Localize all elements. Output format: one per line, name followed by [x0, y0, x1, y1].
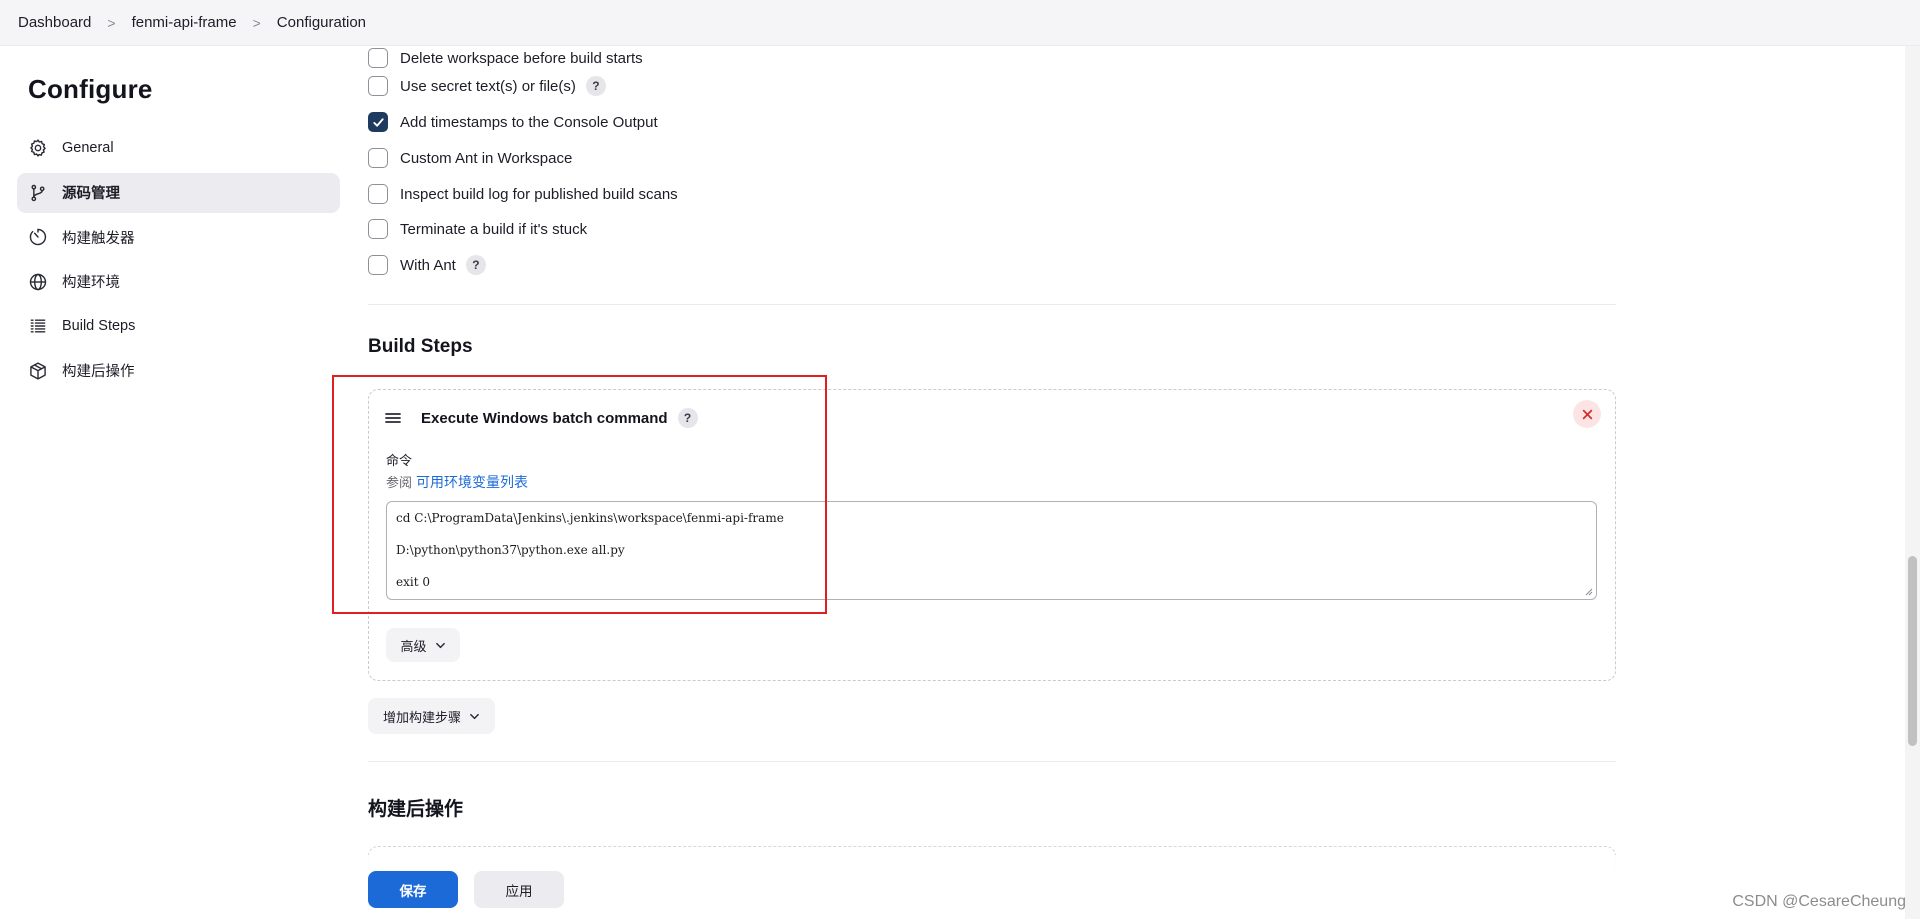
- command-line: exit 0: [396, 575, 430, 589]
- sidebar-item-triggers[interactable]: 构建触发器: [17, 217, 340, 257]
- see-also-prefix: 参阅: [386, 475, 413, 490]
- command-field-label: 命令: [386, 453, 413, 468]
- sidebar-item-scm[interactable]: 源码管理: [17, 172, 340, 213]
- command-line: cd C:\ProgramData\Jenkins\.jenkins\works…: [396, 511, 784, 525]
- resize-grip-icon[interactable]: [1583, 586, 1593, 596]
- divider: [368, 304, 1616, 305]
- package-icon: [28, 361, 48, 381]
- git-branch-icon: [28, 183, 48, 203]
- command-textarea[interactable]: cd C:\ProgramData\Jenkins\.jenkins\works…: [386, 501, 1597, 600]
- checkbox[interactable]: [368, 255, 388, 275]
- add-build-step-button[interactable]: 增加构建步骤: [368, 698, 495, 734]
- breadcrumb-separator: >: [252, 14, 261, 31]
- option-inspect-build-log: Inspect build log for published build sc…: [368, 182, 678, 206]
- timer-icon: [28, 227, 48, 247]
- option-timestamps: Add timestamps to the Console Output: [368, 110, 658, 134]
- build-step-title: Execute Windows batch command: [421, 409, 668, 427]
- checkbox[interactable]: [368, 148, 388, 168]
- breadcrumb-dashboard[interactable]: Dashboard: [18, 14, 91, 31]
- sidebar-item-label: Build Steps: [62, 318, 136, 334]
- close-icon: [1582, 409, 1592, 419]
- option-label: Use secret text(s) or file(s): [400, 77, 576, 95]
- checkbox[interactable]: [368, 219, 388, 239]
- option-label: With Ant: [400, 256, 456, 274]
- option-label: Custom Ant in Workspace: [400, 149, 573, 167]
- advanced-label: 高级: [400, 638, 427, 654]
- help-icon[interactable]: ?: [585, 76, 606, 96]
- option-label: Inspect build log for published build sc…: [400, 185, 678, 203]
- section-title-build-steps: Build Steps: [368, 336, 473, 357]
- breadcrumb-separator: >: [107, 14, 116, 31]
- scrollbar-track[interactable]: [1905, 46, 1920, 919]
- drag-handle-icon[interactable]: [385, 411, 401, 425]
- check-icon: [372, 117, 384, 127]
- sidebar-item-environment[interactable]: 构建环境: [17, 262, 340, 302]
- divider: [368, 761, 1616, 762]
- env-vars-link[interactable]: 可用环境变量列表: [416, 474, 528, 490]
- save-button[interactable]: 保存: [368, 871, 458, 908]
- watermark: CSDN @CesareCheung: [1732, 893, 1906, 910]
- help-icon[interactable]: ?: [465, 255, 486, 275]
- option-custom-ant: Custom Ant in Workspace: [368, 146, 572, 170]
- sidebar-item-build-steps[interactable]: Build Steps: [17, 306, 340, 346]
- option-label: Add timestamps to the Console Output: [400, 113, 658, 131]
- scrollbar-thumb[interactable]: [1908, 556, 1917, 746]
- checkbox[interactable]: [368, 184, 388, 204]
- option-delete-workspace: Delete workspace before build starts: [368, 46, 643, 70]
- page-title: Configure: [28, 74, 153, 104]
- build-step-card: Execute Windows batch command ? 命令 参阅 可用环…: [368, 389, 1616, 681]
- list-icon: [28, 316, 48, 336]
- sidebar-item-post-build[interactable]: 构建后操作: [17, 351, 340, 391]
- sidebar-item-label: General: [62, 140, 114, 156]
- breadcrumb-job[interactable]: fenmi-api-frame: [132, 14, 237, 31]
- globe-icon: [28, 272, 48, 292]
- option-terminate-stuck: Terminate a build if it's stuck: [368, 217, 587, 241]
- sidebar-item-general[interactable]: General: [17, 128, 340, 168]
- chevron-down-icon: [470, 713, 479, 719]
- checkbox[interactable]: [368, 76, 388, 96]
- see-also-text: 参阅 可用环境变量列表: [386, 472, 528, 492]
- option-label: Delete workspace before build starts: [400, 49, 643, 67]
- checkbox[interactable]: [368, 48, 388, 68]
- build-step-header: Execute Windows batch command ?: [385, 405, 698, 431]
- gear-icon: [28, 138, 48, 158]
- option-with-ant: With Ant ?: [368, 253, 486, 277]
- breadcrumb-configuration[interactable]: Configuration: [277, 14, 366, 31]
- sidebar-nav: General 源码管理 构建触发器 构建环境 Build Steps 构建后操…: [17, 128, 340, 391]
- section-title-post-build: 构建后操作: [368, 799, 464, 820]
- delete-step-button[interactable]: [1573, 400, 1601, 428]
- help-icon[interactable]: ?: [677, 408, 698, 428]
- checkbox-checked[interactable]: [368, 112, 388, 132]
- sidebar-item-label: 构建触发器: [62, 230, 135, 247]
- breadcrumb: Dashboard > fenmi-api-frame > Configurat…: [0, 0, 1920, 46]
- sidebar: Configure General 源码管理 构建触发器 构建环境 Build …: [17, 46, 340, 395]
- bottom-action-bar: 保存 应用: [0, 855, 1905, 919]
- option-label: Terminate a build if it's stuck: [400, 220, 588, 238]
- sidebar-item-label: 构建环境: [62, 275, 120, 291]
- command-line: D:\python\python37\python.exe all.py: [396, 543, 625, 557]
- sidebar-item-label: 源码管理: [62, 186, 120, 202]
- advanced-button[interactable]: 高级: [386, 628, 460, 662]
- sidebar-item-label: 构建后操作: [62, 364, 135, 380]
- chevron-down-icon: [435, 642, 445, 648]
- apply-button[interactable]: 应用: [474, 871, 564, 908]
- option-secret-text: Use secret text(s) or file(s) ?: [368, 74, 606, 98]
- add-build-step-label: 增加构建步骤: [382, 709, 461, 725]
